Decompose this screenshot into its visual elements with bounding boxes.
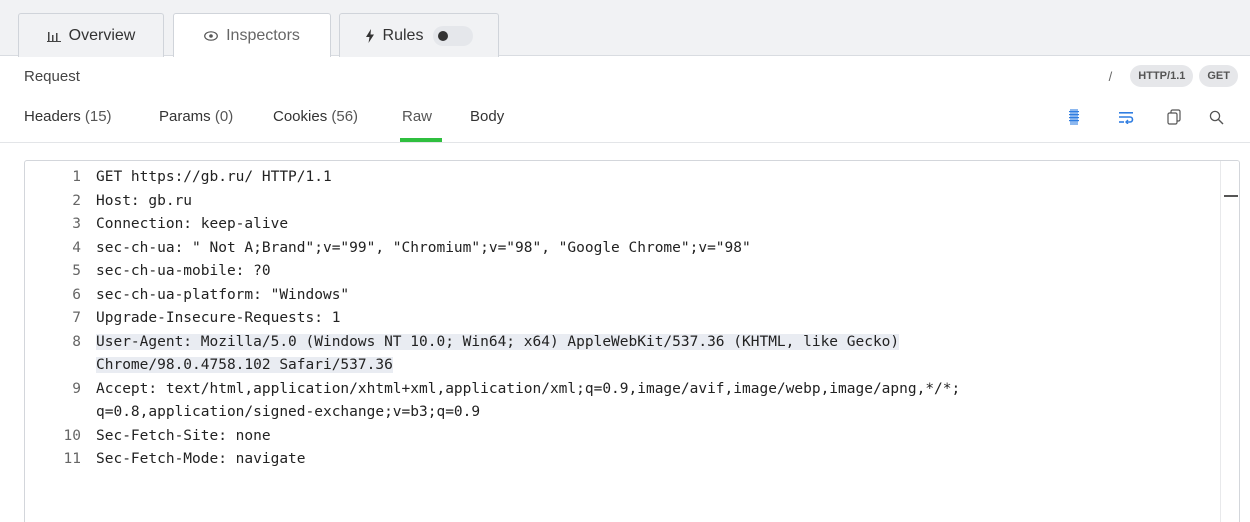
method-badge: GET (1199, 65, 1238, 87)
code-line: 4 sec-ch-ua: " Not A;Brand";v="99", "Chro… (25, 237, 1215, 261)
scrollbar-thumb[interactable] (1224, 195, 1238, 197)
tab-rules[interactable]: Rules (339, 13, 499, 57)
code-line: 6 sec-ch-ua-platform: "Windows" (25, 284, 1215, 308)
code-line: 11 Sec-Fetch-Mode: navigate (25, 448, 1215, 472)
code-line: 5 sec-ch-ua-mobile: ?0 (25, 260, 1215, 284)
subtab-params-count: (0) (214, 108, 234, 125)
top-tab-bar: Overview Inspectors Rules (0, 0, 1250, 57)
line-text: Sec-Fetch-Mode: navigate (96, 451, 306, 467)
subtab-raw[interactable]: Raw (402, 108, 432, 125)
line-number: 11 (63, 451, 81, 467)
request-subtabs: Headers (15) Params (0) Cookies (56) Raw… (0, 97, 1250, 143)
code-line: q=0.8,application/signed-exchange;v=b3;q… (25, 401, 1215, 425)
eye-icon (204, 30, 218, 41)
code-line: 8 User-Agent: Mozilla/5.0 (Windows NT 10.… (25, 331, 1215, 355)
subtab-params-label: Params (159, 108, 211, 125)
subtab-headers-label: Headers (24, 108, 81, 125)
line-number: 6 (72, 286, 81, 303)
protocol-badge: HTTP/1.1 (1130, 65, 1194, 87)
line-text: sec-ch-ua: " Not A;Brand";v="99", "Chrom… (96, 239, 751, 256)
code-line: 10 Sec-Fetch-Site: none (25, 425, 1215, 449)
tab-rules-label: Rules (382, 26, 424, 44)
line-text: Accept: text/html,application/xhtml+xml,… (96, 380, 961, 397)
subtab-params[interactable]: Params (0) (159, 108, 233, 125)
line-number (25, 401, 96, 425)
code-line: Chrome/98.0.4758.102 Safari/537.36 (25, 354, 1215, 378)
line-number (25, 354, 96, 378)
line-text: Sec-Fetch-Site: none (96, 427, 271, 444)
code-line: 7 Upgrade-Insecure-Requests: 1 (25, 307, 1215, 331)
subtab-cookies-label: Cookies (273, 108, 328, 125)
subtab-headers[interactable]: Headers (15) (24, 108, 112, 125)
raw-request-editor[interactable]: 1 GET https://gb.ru/ HTTP/1.1 2 Host: gb.ru… (24, 160, 1240, 522)
subtab-headers-count: (15) (84, 108, 112, 125)
request-label: Request (24, 68, 80, 85)
code-line: 1 GET https://gb.ru/ HTTP/1.1 (25, 166, 1215, 190)
code-line: 9 Accept: text/html,application/xhtml+xml… (25, 378, 1215, 402)
subtab-body[interactable]: Body (470, 108, 504, 125)
line-number: 7 (72, 310, 81, 326)
tab-overview[interactable]: Overview (18, 13, 164, 57)
line-text: GET https://gb.ru/ HTTP/1.1 (96, 169, 332, 185)
tab-inspectors[interactable]: Inspectors (173, 13, 331, 57)
line-text: Upgrade-Insecure-Requests: 1 (96, 310, 341, 326)
line-text: Connection: keep-alive (96, 216, 289, 232)
path-separator: / (1108, 68, 1113, 84)
code-line: 3 Connection: keep-alive (25, 213, 1215, 237)
request-meta: / HTTP/1.1 GET (1109, 65, 1238, 87)
tab-inspectors-label: Inspectors (226, 26, 300, 44)
line-number: 3 (72, 216, 81, 232)
line-number: 4 (72, 239, 81, 256)
search-icon[interactable] (1206, 107, 1226, 127)
line-text: Chrome/98.0.4758.102 Safari/537.36 (96, 357, 393, 373)
tab-overview-label: Overview (68, 26, 136, 44)
raw-code-lines: 1 GET https://gb.ru/ HTTP/1.1 2 Host: gb.ru… (25, 166, 1215, 472)
line-text: sec-ch-ua-mobile: ?0 (96, 263, 271, 279)
line-text: User-Agent: Mozilla/5.0 (Windows NT 10.0… (96, 333, 900, 350)
active-tab-indicator (400, 138, 442, 142)
line-text: Host: gb.ru (96, 192, 193, 209)
rules-toggle[interactable] (433, 25, 474, 46)
copy-icon[interactable] (1164, 107, 1184, 127)
lightning-icon (365, 28, 375, 43)
line-text: sec-ch-ua-platform: "Windows" (96, 286, 350, 303)
subtab-cookies[interactable]: Cookies (56) (273, 108, 358, 125)
view-mode-icon[interactable] (1064, 107, 1084, 127)
vertical-scrollbar[interactable] (1220, 161, 1239, 522)
line-number: 9 (72, 380, 81, 397)
line-number: 10 (63, 427, 81, 444)
code-line: 2 Host: gb.ru (25, 190, 1215, 214)
line-number: 5 (72, 263, 81, 279)
subtab-cookies-count: (56) (331, 108, 359, 125)
word-wrap-icon[interactable] (1116, 107, 1136, 127)
bar-chart-icon (46, 30, 61, 42)
line-number: 1 (72, 169, 81, 185)
line-number: 2 (72, 192, 81, 209)
line-number: 8 (72, 333, 81, 350)
request-header: Request / HTTP/1.1 GET (0, 57, 1250, 97)
line-text: q=0.8,application/signed-exchange;v=b3;q… (96, 404, 481, 420)
toggle-knob (438, 30, 449, 41)
